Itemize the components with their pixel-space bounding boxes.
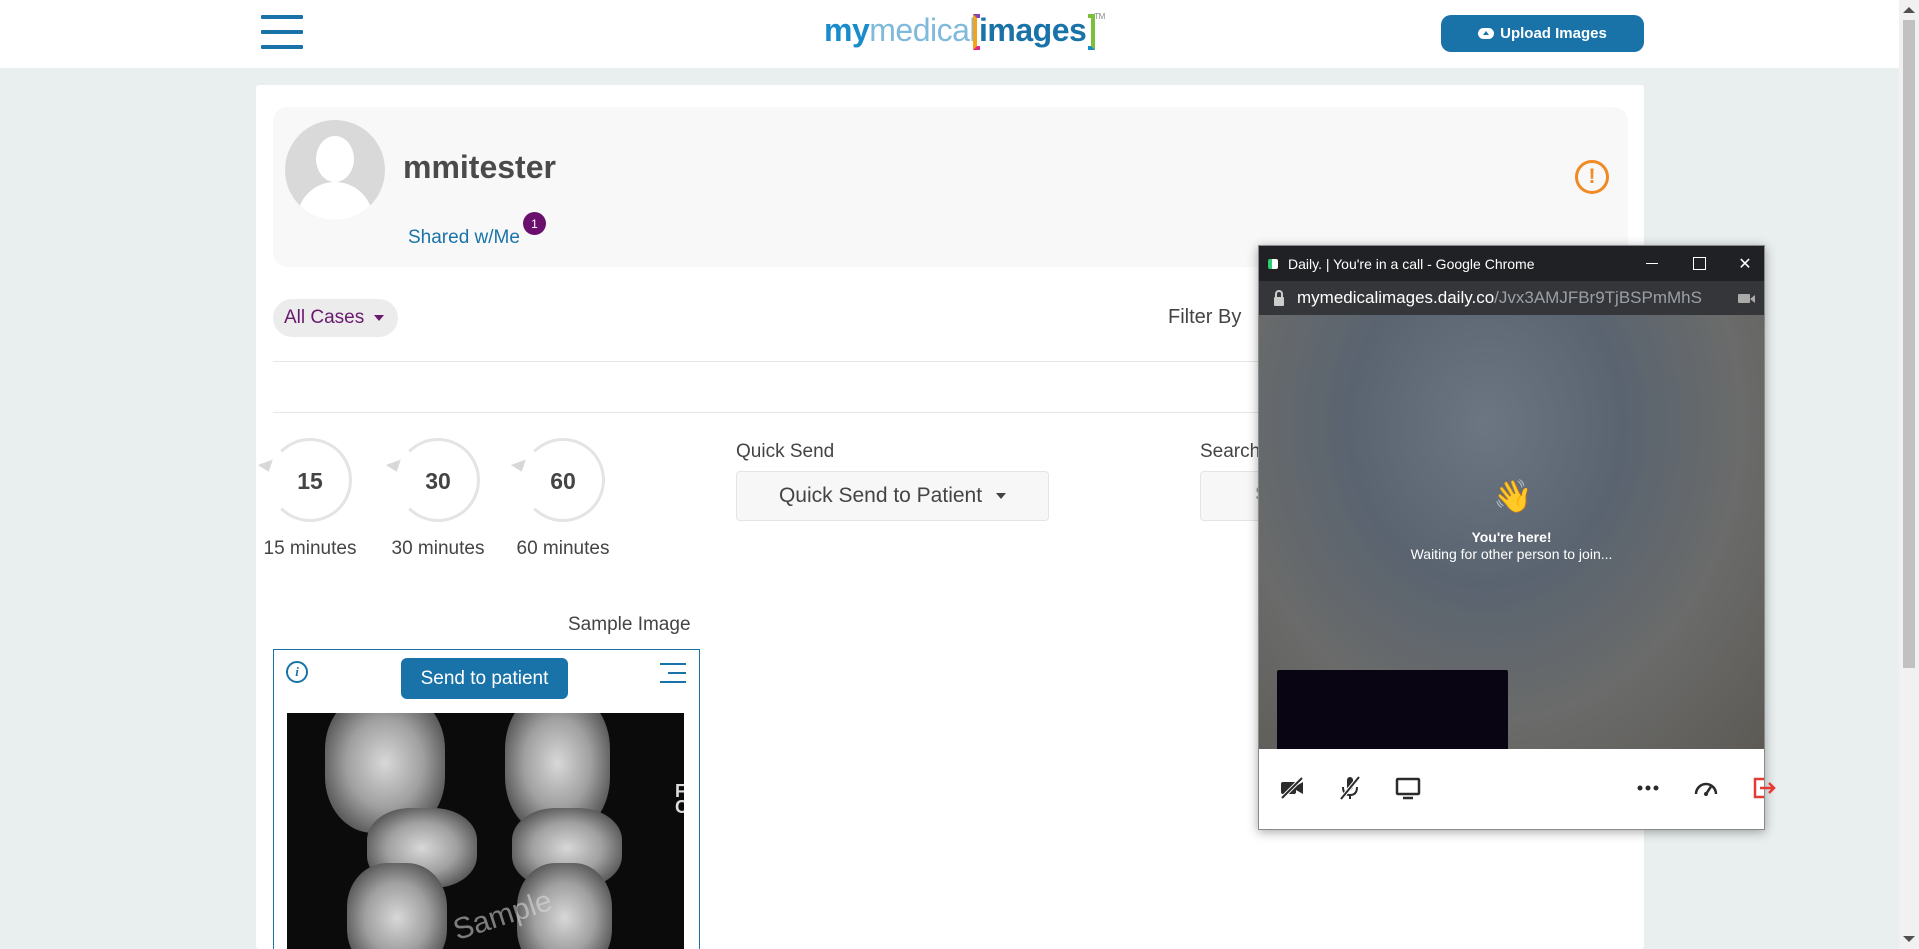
- top-navbar: mymedical images TM Upload Images: [0, 0, 1899, 68]
- quick-send-dropdown[interactable]: Quick Send to Patient: [736, 471, 1049, 521]
- lock-icon: [1274, 289, 1284, 306]
- filter-by-label: Filter By: [1168, 306, 1242, 328]
- profile-panel: mmitester Shared w/Me 1 !: [273, 107, 1628, 267]
- maximize-icon[interactable]: [1676, 246, 1722, 281]
- minimize-icon[interactable]: [1629, 246, 1675, 281]
- quick-send-label: Quick Send: [736, 441, 835, 462]
- more-icon[interactable]: [1631, 771, 1665, 805]
- close-icon[interactable]: ✕: [1722, 246, 1768, 281]
- alert-icon[interactable]: !: [1575, 160, 1609, 194]
- window-title: Daily. | You're in a call - Google Chrom…: [1288, 255, 1535, 272]
- menu-list-icon[interactable]: [660, 663, 686, 685]
- shared-count-badge: 1: [523, 212, 546, 235]
- scrollbar-thumb[interactable]: [1903, 20, 1915, 668]
- scroll-down-arrow-icon[interactable]: [1903, 936, 1915, 942]
- daily-favicon-icon: [1268, 258, 1278, 269]
- camera-permission-icon[interactable]: [1738, 294, 1755, 303]
- caret-down-icon: [996, 493, 1007, 499]
- all-cases-dropdown[interactable]: All Cases: [273, 299, 398, 337]
- scroll-up-arrow-icon[interactable]: [1903, 7, 1915, 13]
- shared-with-me-link[interactable]: Shared w/Me: [408, 227, 520, 249]
- send-to-patient-button[interactable]: Send to patient: [401, 658, 568, 699]
- screen-share-icon[interactable]: [1391, 771, 1425, 805]
- call-video-area: 👋 You're here! Waiting for other person …: [1259, 315, 1764, 800]
- upload-images-button[interactable]: Upload Images: [1441, 15, 1644, 52]
- sample-image-title: Sample Image: [568, 614, 691, 635]
- video-call-window: Daily. | You're in a call - Google Chrom…: [1258, 245, 1776, 830]
- address-bar[interactable]: mymedicalimages.daily.co/Jvx3AMJFBr9TjBS…: [1259, 281, 1764, 315]
- mic-off-icon[interactable]: [1333, 771, 1367, 805]
- logo[interactable]: mymedical images TM: [824, 12, 1105, 50]
- window-titlebar[interactable]: Daily. | You're in a call - Google Chrom…: [1259, 246, 1764, 281]
- logo-images-text: images: [979, 12, 1087, 48]
- caret-down-icon: [374, 315, 385, 321]
- username: mmitester: [403, 149, 556, 185]
- hamburger-menu-icon[interactable]: [261, 15, 303, 51]
- waiting-text: Waiting for other person to join...: [1410, 546, 1613, 562]
- sample-image-card: i Send to patient Sample FC: [273, 649, 700, 949]
- youre-here-text: You're here!: [1471, 529, 1552, 545]
- cloud-upload-icon: [1478, 28, 1495, 39]
- xray-marker-text: FC: [675, 781, 684, 817]
- leave-call-icon[interactable]: [1747, 771, 1781, 805]
- camera-off-icon[interactable]: [1275, 771, 1309, 805]
- avatar: [285, 120, 385, 220]
- info-icon[interactable]: i: [286, 661, 308, 683]
- waving-hand-icon: 👋: [1493, 478, 1533, 514]
- call-toolbar: [1259, 749, 1776, 829]
- xray-image[interactable]: Sample FC: [287, 713, 684, 949]
- search-label: Search: [1200, 441, 1261, 462]
- network-icon[interactable]: [1689, 771, 1723, 805]
